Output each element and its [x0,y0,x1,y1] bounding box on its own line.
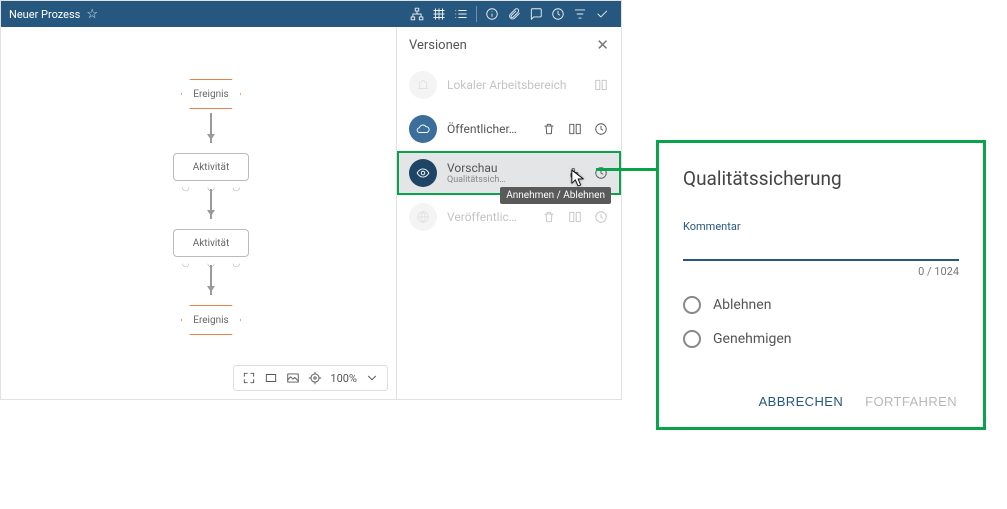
topbar: Neuer Prozess ☆ [1,1,621,27]
dialog-title: Qualitätssicherung [683,167,959,190]
image-icon[interactable] [286,371,300,385]
globe-icon [409,203,437,231]
diagram-event-node[interactable]: Ereignis [181,79,241,109]
comment-label: Kommentar [683,220,959,233]
approve-reject-icon[interactable] [567,165,583,181]
info-icon[interactable] [481,3,503,25]
diagram-arrow [210,113,212,143]
radio-label: Ablehnen [713,297,771,313]
eye-icon [409,159,437,187]
char-count: 0 / 1024 [683,265,959,278]
compare-icon[interactable] [567,121,583,137]
radio-option-approve[interactable]: Genehmigen [683,330,959,348]
versions-panel: Versionen ✕ Lokaler Arbeitsbereich Öffen… [396,27,621,399]
fullscreen-icon[interactable] [242,371,256,385]
compare-icon[interactable] [593,77,609,93]
callout-connector [596,168,658,171]
delete-icon[interactable] [541,209,557,225]
diagram-event-node[interactable]: Ereignis [181,305,241,335]
version-row-preview[interactable]: Vorschau Qualitätssich… Annehmen / Ableh… [397,151,621,195]
filter-icon[interactable] [569,3,591,25]
radio-icon [683,296,701,314]
delete-icon[interactable] [541,121,557,137]
version-title: Veröffentlic… [447,210,531,224]
version-row-public[interactable]: Öffentlicher… [397,107,621,151]
diagram-arrow [210,189,212,219]
diagram-activity-node[interactable]: Aktivität [173,229,249,257]
versions-title: Versionen [409,38,467,53]
diagram-canvas[interactable]: Ereignis Aktivität ◡◡◡ Aktivität ◡◡◡ Ere… [1,27,396,399]
version-subtitle: Qualitätssich… [447,175,557,185]
attachment-icon[interactable] [503,3,525,25]
check-icon[interactable] [591,3,613,25]
favorite-star-icon[interactable]: ☆ [86,7,98,22]
radio-label: Genehmigen [713,331,792,347]
page-title: Neuer Prozess [9,8,80,21]
comment-input[interactable] [683,237,959,261]
zoom-toolbar: 100% [233,365,388,391]
continue-button[interactable]: FORTFAHREN [863,390,959,413]
compare-icon[interactable] [567,209,583,225]
cancel-button[interactable]: ABBRECHEN [757,390,846,413]
fit-icon[interactable] [264,371,278,385]
workspace-icon [409,71,437,99]
version-title: Lokaler Arbeitsbereich [447,78,583,92]
chat-icon[interactable] [525,3,547,25]
diagram-activity-node[interactable]: Aktivität [173,153,249,181]
dialog-actions: ABBRECHEN FORTFAHREN [683,390,959,413]
history-icon[interactable] [547,3,569,25]
diagram-arrow [210,265,212,295]
node-label: Ereignis [193,89,228,100]
version-title: Öffentlicher… [447,122,531,136]
version-row-local[interactable]: Lokaler Arbeitsbereich [397,63,621,107]
list-icon[interactable] [450,3,472,25]
radio-icon [683,330,701,348]
node-label: Aktivität [193,238,230,249]
tooltip: Annehmen / Ablehnen [500,187,611,204]
target-icon[interactable] [308,371,322,385]
version-title: Vorschau [447,161,557,175]
node-label: Ereignis [193,315,228,326]
close-icon[interactable]: ✕ [596,36,609,54]
hierarchy-icon[interactable] [406,3,428,25]
cloud-icon [409,115,437,143]
zoom-value: 100% [330,372,357,385]
radio-option-reject[interactable]: Ablehnen [683,296,959,314]
app-window: Neuer Prozess ☆ E [0,0,622,400]
versions-header: Versionen ✕ [397,27,621,63]
grid-icon[interactable] [428,3,450,25]
qa-dialog: Qualitätssicherung Kommentar 0 / 1024 Ab… [656,140,986,430]
history-icon[interactable] [593,121,609,137]
chevron-down-icon[interactable] [365,371,379,385]
history-icon[interactable] [593,209,609,225]
node-label: Aktivität [193,162,230,173]
